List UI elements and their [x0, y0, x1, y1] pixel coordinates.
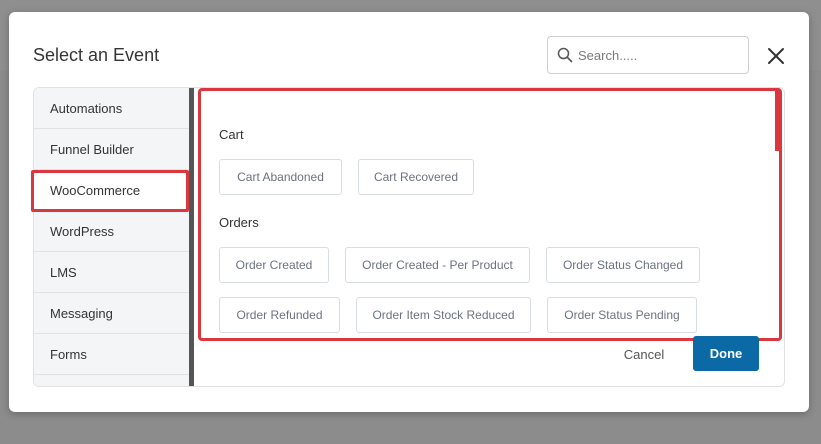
- event-order-created[interactable]: Order Created: [219, 247, 329, 283]
- sidebar-item-label: Funnel Builder: [50, 141, 134, 157]
- modal-title: Select an Event: [33, 45, 160, 65]
- sidebar-item-label: Automations: [50, 100, 123, 116]
- sidebar-item-label: Forms: [50, 346, 87, 362]
- event-order-item-stock-reduced[interactable]: Order Item Stock Reduced: [356, 297, 531, 333]
- category-sidebar: Automations Funnel Builder WooCommerce W…: [34, 88, 189, 386]
- event-order-status-pending[interactable]: Order Status Pending: [547, 297, 697, 333]
- sidebar-item-messaging[interactable]: Messaging: [34, 293, 189, 334]
- content-scrollbar-thumb[interactable]: [775, 91, 779, 151]
- sidebar-item-label: Messaging: [50, 305, 113, 321]
- event-picker-body: Automations Funnel Builder WooCommerce W…: [33, 87, 785, 387]
- section-title-cart: Cart: [219, 127, 244, 142]
- sidebar-item-automations[interactable]: Automations: [34, 88, 189, 129]
- event-order-created-per-product[interactable]: Order Created - Per Product: [345, 247, 530, 283]
- search-input[interactable]: [578, 37, 743, 73]
- search-icon: [557, 47, 573, 63]
- sidebar-item-woocommerce[interactable]: WooCommerce: [34, 170, 189, 211]
- sidebar-item-lms[interactable]: LMS: [34, 252, 189, 293]
- event-order-refunded[interactable]: Order Refunded: [219, 297, 340, 333]
- cancel-button[interactable]: Cancel: [612, 343, 676, 365]
- sidebar-item-label: LMS: [50, 264, 77, 280]
- section-title-orders: Orders: [219, 215, 259, 230]
- done-button[interactable]: Done: [693, 336, 759, 371]
- close-icon[interactable]: [764, 44, 788, 68]
- event-cart-recovered[interactable]: Cart Recovered: [358, 159, 474, 195]
- event-cart-abandoned[interactable]: Cart Abandoned: [219, 159, 342, 195]
- sidebar-item-forms[interactable]: Forms: [34, 334, 189, 375]
- select-event-modal: Select an Event Automations Funnel Build…: [9, 12, 809, 412]
- sidebar-item-funnel-builder[interactable]: Funnel Builder: [34, 129, 189, 170]
- sidebar-item-label: WordPress: [50, 223, 115, 239]
- sidebar-item-label: WooCommerce: [50, 182, 141, 198]
- event-order-status-changed[interactable]: Order Status Changed: [546, 247, 700, 283]
- search-box[interactable]: [547, 36, 749, 74]
- sidebar-item-wordpress[interactable]: WordPress: [34, 211, 189, 252]
